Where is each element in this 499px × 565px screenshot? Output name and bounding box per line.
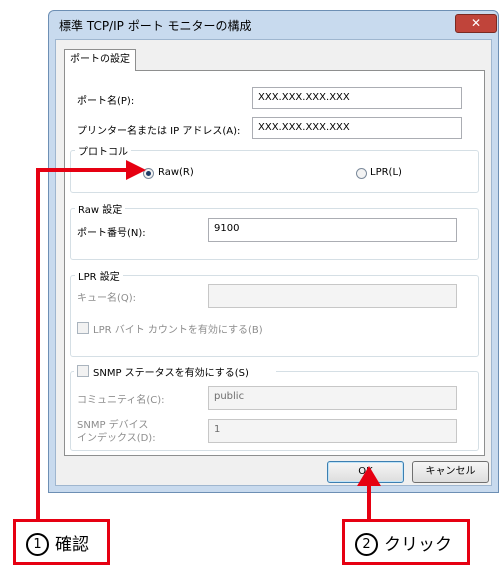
snmp-enable-checkbox[interactable]: [77, 365, 89, 377]
lpr-radio[interactable]: [356, 168, 367, 179]
annotation-arrow1-head: [126, 160, 146, 180]
close-button[interactable]: ✕: [455, 14, 497, 33]
port-number-label: ポート番号(N):: [77, 228, 146, 239]
step1-number-badge: 1: [26, 533, 49, 556]
queue-name-field[interactable]: [208, 284, 457, 308]
annotation-callout-step2: 2 クリック: [342, 519, 470, 565]
title-bar[interactable]: 標準 TCP/IP ポート モニターの構成 ✕: [49, 11, 498, 39]
device-index-label-line2: インデックス(D):: [77, 433, 156, 444]
annotation-callout-step1: 1 確認: [13, 519, 110, 565]
community-name-field[interactable]: public: [208, 386, 457, 410]
printer-name-label: プリンター名または IP アドレス(A):: [77, 126, 241, 137]
printer-address-field[interactable]: XXX.XXX.XXX.XXX: [252, 117, 462, 139]
protocol-legend: プロトコル: [75, 143, 131, 158]
annotation-arrow2-head: [357, 466, 381, 486]
dialog-title: 標準 TCP/IP ポート モニターの構成: [59, 19, 252, 33]
dialog-window: 標準 TCP/IP ポート モニターの構成 ✕ ポートの設定 ポート名(P): …: [48, 10, 499, 493]
tab-port-settings[interactable]: ポートの設定: [64, 49, 136, 71]
lpr-settings-legend: LPR 設定: [75, 268, 123, 283]
port-number-field[interactable]: 9100: [208, 218, 457, 242]
cancel-button[interactable]: キャンセル: [412, 461, 489, 483]
annotation-arrow2-vertical: [367, 484, 371, 522]
tab-panel: ポート名(P): XXX.XXX.XXX.XXX プリンター名または IP アド…: [64, 70, 485, 456]
annotation-arrow1-vertical: [36, 168, 40, 521]
port-name-label: ポート名(P):: [77, 96, 135, 107]
port-name-field[interactable]: XXX.XXX.XXX.XXX: [252, 87, 462, 109]
step2-text: クリック: [384, 535, 452, 555]
queue-name-label: キュー名(Q):: [77, 293, 137, 304]
lpr-byte-count-checkbox[interactable]: [77, 322, 89, 334]
close-icon: ✕: [470, 16, 482, 30]
lpr-radio-label[interactable]: LPR(L): [370, 167, 402, 178]
raw-radio-label[interactable]: Raw(R): [158, 167, 194, 178]
dialog-client-area: ポートの設定 ポート名(P): XXX.XXX.XXX.XXX プリンター名また…: [55, 39, 492, 486]
annotation-arrow1-horizontal: [36, 168, 128, 172]
community-name-label: コミュニティ名(C):: [77, 395, 165, 406]
step1-text: 確認: [55, 535, 89, 555]
raw-settings-legend: Raw 設定: [75, 201, 126, 216]
device-index-field[interactable]: 1: [208, 419, 457, 443]
step2-number-badge: 2: [355, 533, 378, 556]
lpr-byte-count-label[interactable]: LPR バイト カウントを有効にする(B): [93, 321, 263, 336]
snmp-enable-label[interactable]: SNMP ステータスを有効にする(S): [93, 364, 249, 379]
radio-selected-dot: [146, 171, 151, 176]
